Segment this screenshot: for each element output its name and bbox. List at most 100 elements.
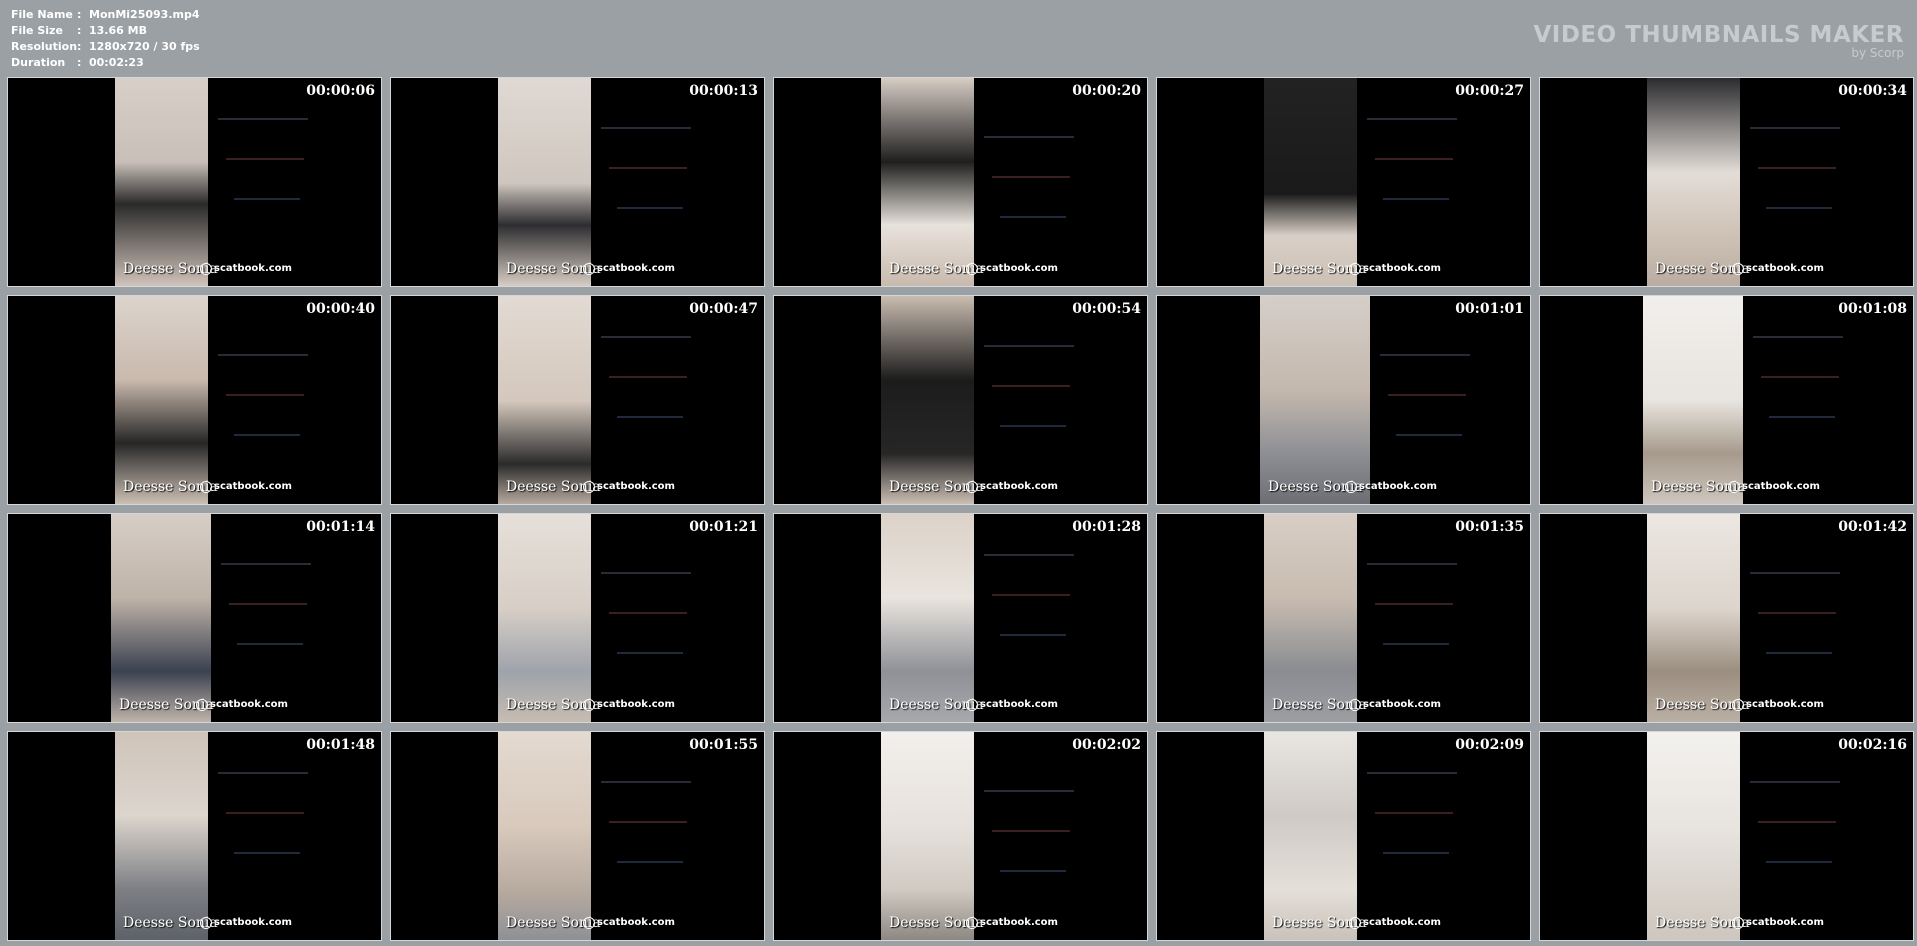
thumbnail: 00:00:47 Deesse Sonia scatbook.com	[390, 295, 765, 505]
watermark-site: scatbook.com	[1359, 481, 1437, 492]
file-name-row: File Name : MonMi25093.mp4	[11, 7, 200, 23]
watermark-site: scatbook.com	[1742, 481, 1820, 492]
video-frame	[881, 296, 974, 504]
separator: :	[77, 24, 82, 37]
timestamp-label: 00:02:16	[1838, 737, 1907, 753]
scan-line	[237, 643, 303, 645]
scan-line	[1758, 612, 1836, 614]
video-frame	[498, 78, 591, 286]
brand-title: VIDEO THUMBNAILS MAKER	[1533, 22, 1904, 48]
scan-line	[218, 118, 308, 120]
scan-line	[1766, 652, 1832, 654]
separator: :	[77, 40, 82, 53]
scan-line	[617, 861, 683, 863]
file-name-label: File Name	[11, 8, 73, 21]
timestamp-label: 00:00:40	[306, 301, 375, 317]
file-size-label: File Size	[11, 24, 63, 37]
watermark-logo-icon	[1732, 699, 1744, 711]
scan-line	[1375, 158, 1453, 160]
resolution-value: 1280x720 / 30 fps	[89, 40, 200, 53]
scan-line	[1000, 216, 1066, 218]
watermark-site: scatbook.com	[214, 917, 292, 928]
scan-line	[226, 158, 304, 160]
video-frame	[115, 296, 208, 504]
scan-line	[1000, 425, 1066, 427]
watermark-site: scatbook.com	[980, 263, 1058, 274]
scan-line	[1383, 198, 1449, 200]
scan-line	[1750, 127, 1840, 129]
scan-line	[984, 790, 1074, 792]
scan-line	[1383, 643, 1449, 645]
timestamp-label: 00:00:13	[689, 83, 758, 99]
watermark-logo-icon	[200, 263, 212, 275]
video-frame	[498, 296, 591, 504]
video-frame	[1647, 514, 1740, 722]
thumbnail: 00:00:06 Deesse Sonia scatbook.com	[7, 77, 382, 287]
watermark-site: scatbook.com	[214, 263, 292, 274]
duration-label: Duration	[11, 56, 66, 69]
watermark-logo-icon	[1728, 481, 1740, 493]
scan-line	[617, 652, 683, 654]
video-frame	[115, 732, 208, 940]
watermark-logo-icon	[583, 481, 595, 493]
scan-line	[1380, 354, 1470, 356]
watermark-site: scatbook.com	[1746, 699, 1824, 710]
separator: :	[77, 8, 82, 21]
scan-line	[984, 345, 1074, 347]
watermark-site: scatbook.com	[980, 917, 1058, 928]
scan-line	[992, 385, 1070, 387]
timestamp-label: 00:01:14	[306, 519, 375, 535]
watermark-logo-icon	[1349, 917, 1361, 929]
video-frame	[498, 514, 591, 722]
thumbnail: 00:00:54 Deesse Sonia scatbook.com	[773, 295, 1148, 505]
thumbnail: 00:01:14 Deesse Sonia scatbook.com	[7, 513, 382, 723]
video-frame	[498, 732, 591, 940]
thumbnail: 00:01:28 Deesse Sonia scatbook.com	[773, 513, 1148, 723]
watermark-logo-icon	[1732, 917, 1744, 929]
scan-line	[992, 176, 1070, 178]
watermark-logo-icon	[583, 917, 595, 929]
scan-line	[218, 772, 308, 774]
scan-line	[1761, 376, 1839, 378]
video-frame	[1264, 732, 1357, 940]
video-frame	[881, 732, 974, 940]
timestamp-label: 00:01:48	[306, 737, 375, 753]
scan-line	[617, 207, 683, 209]
scan-line	[1383, 852, 1449, 854]
thumbnail: 00:01:01 Deesse Sonia scatbook.com	[1156, 295, 1531, 505]
scan-line	[234, 198, 300, 200]
scan-line	[601, 572, 691, 574]
file-size-value: 13.66 MB	[89, 24, 147, 37]
duration-row: Duration : 00:02:23	[11, 55, 200, 71]
thumbnail: 00:02:09 Deesse Sonia scatbook.com	[1156, 731, 1531, 941]
watermark-site: scatbook.com	[1363, 263, 1441, 274]
watermark-logo-icon	[966, 481, 978, 493]
scan-line	[1396, 434, 1462, 436]
watermark-logo-icon	[1349, 263, 1361, 275]
watermark-logo-icon	[966, 917, 978, 929]
timestamp-label: 00:02:09	[1455, 737, 1524, 753]
scan-line	[1375, 812, 1453, 814]
scan-line	[617, 416, 683, 418]
scan-line	[601, 336, 691, 338]
timestamp-label: 00:02:02	[1072, 737, 1141, 753]
thumbnail: 00:00:27 Deesse Sonia scatbook.com	[1156, 77, 1531, 287]
watermark-site: scatbook.com	[1363, 699, 1441, 710]
thumbnail: 00:01:55 Deesse Sonia scatbook.com	[390, 731, 765, 941]
video-frame	[1264, 514, 1357, 722]
watermark-logo-icon	[196, 699, 208, 711]
scan-line	[1750, 781, 1840, 783]
watermark-site: scatbook.com	[597, 699, 675, 710]
video-frame	[1260, 296, 1370, 504]
watermark-site: scatbook.com	[597, 263, 675, 274]
watermark-logo-icon	[583, 699, 595, 711]
scan-line	[609, 167, 687, 169]
watermark-site: scatbook.com	[1746, 917, 1824, 928]
watermark-site: scatbook.com	[1363, 917, 1441, 928]
brand-subtitle: by Scorp	[1851, 46, 1904, 60]
thumbnail: 00:00:20 Deesse Sonia scatbook.com	[773, 77, 1148, 287]
timestamp-label: 00:00:34	[1838, 83, 1907, 99]
scan-line	[226, 394, 304, 396]
video-frame	[1643, 296, 1743, 504]
watermark-site: scatbook.com	[597, 917, 675, 928]
